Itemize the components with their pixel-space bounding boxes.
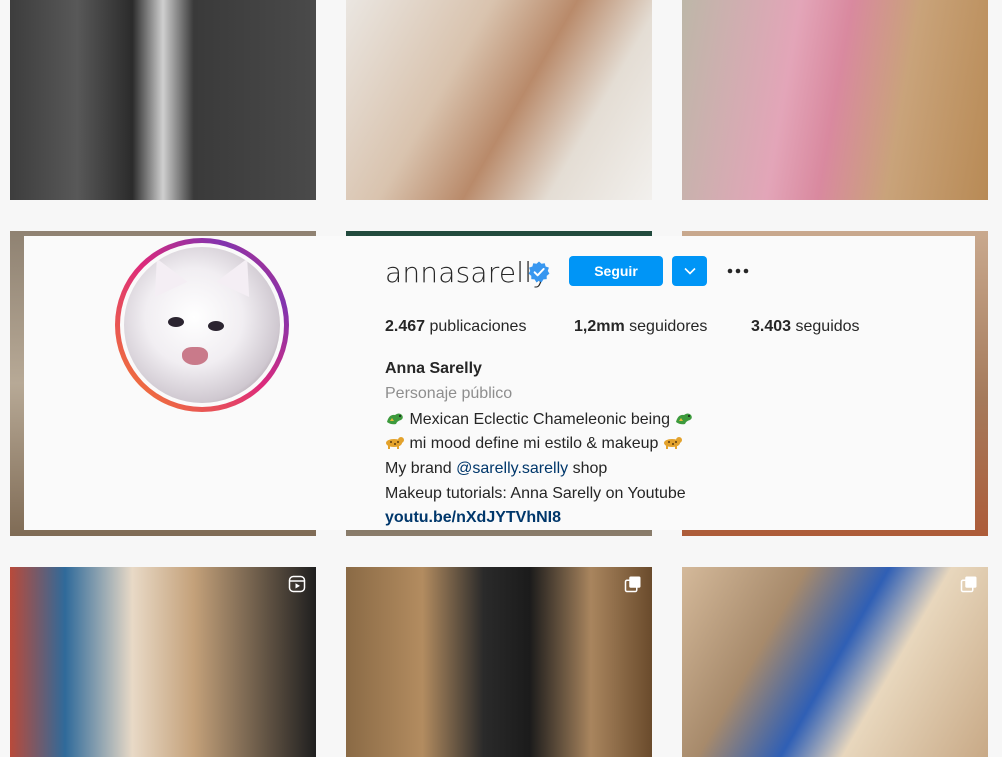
- posts-count: 2.467 publicaciones: [385, 318, 527, 335]
- profile-header: annasarelly Seguir 2.467 publicaciones 1…: [24, 236, 975, 530]
- post-thumbnail[interactable]: [346, 567, 652, 757]
- chevron-down-icon: [683, 267, 696, 275]
- reel-icon: [288, 575, 306, 593]
- dragon-emoji-icon: [387, 413, 403, 425]
- post-thumbnail[interactable]: [682, 567, 988, 757]
- ellipsis-icon: [727, 268, 749, 274]
- profile-external-link[interactable]: youtu.be/nXdJYTVhNI8: [385, 509, 561, 527]
- leopard-emoji-icon: [663, 437, 682, 449]
- bio-line: mi mood define mi estilo & makeup: [385, 435, 683, 453]
- bio-line: Mexican Eclectic Chameleonic being: [385, 410, 694, 429]
- username: annasarelly: [385, 256, 550, 289]
- carousel-icon: [624, 576, 641, 593]
- verified-badge-icon: [528, 261, 550, 283]
- category-label: Personaje público: [385, 385, 513, 402]
- post-thumbnail[interactable]: [346, 0, 652, 200]
- follow-button[interactable]: Seguir: [569, 256, 663, 286]
- full-name: Anna Sarelly: [385, 360, 482, 377]
- post-thumbnail[interactable]: [10, 0, 316, 200]
- brand-mention-link[interactable]: @sarelly.sarelly: [456, 460, 568, 477]
- followers-count[interactable]: 1,2mm seguidores: [574, 318, 707, 336]
- bio-line: My brand @sarelly.sarelly shop: [385, 460, 608, 477]
- more-options-button[interactable]: [724, 258, 752, 284]
- bio-line: Makeup tutorials: Anna Sarelly on Youtub…: [385, 485, 686, 502]
- following-count[interactable]: 3.403 seguidos: [751, 318, 860, 336]
- post-thumbnail[interactable]: [10, 567, 316, 757]
- story-ring[interactable]: [115, 238, 289, 412]
- dragon-emoji-icon: [676, 413, 693, 425]
- suggested-dropdown-button[interactable]: [672, 256, 707, 286]
- leopard-emoji-icon: [386, 437, 404, 449]
- carousel-icon: [960, 576, 977, 593]
- post-thumbnail[interactable]: [682, 0, 988, 200]
- avatar[interactable]: [124, 247, 280, 403]
